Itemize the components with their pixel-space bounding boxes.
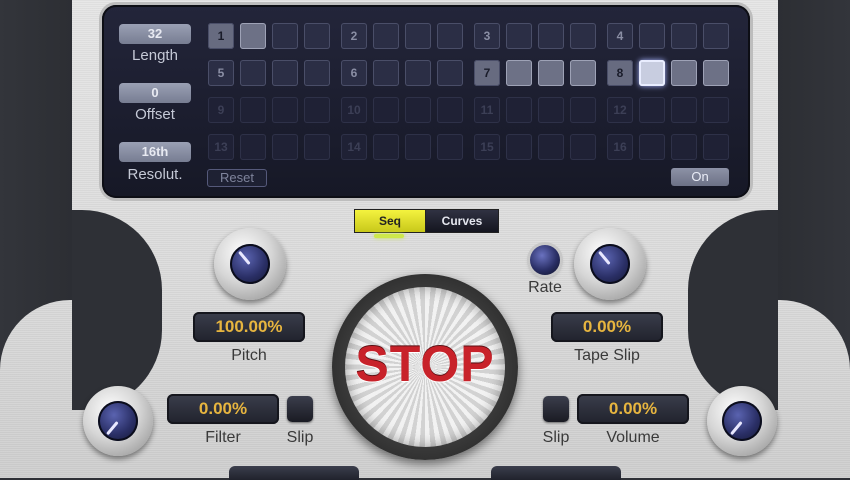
step-group-number[interactable]: 11 bbox=[474, 97, 500, 123]
step-group-number[interactable]: 6 bbox=[341, 60, 367, 86]
step-group-number[interactable]: 15 bbox=[474, 134, 500, 160]
pitch-knob-cap bbox=[230, 244, 270, 284]
step-group-number[interactable]: 10 bbox=[341, 97, 367, 123]
step-cell[interactable] bbox=[671, 60, 697, 86]
filter-knob-cap bbox=[98, 401, 138, 441]
step-cell[interactable] bbox=[240, 97, 266, 123]
resolution-value[interactable]: 16th bbox=[119, 142, 191, 162]
step-cell[interactable] bbox=[538, 60, 564, 86]
step-cell[interactable] bbox=[703, 97, 729, 123]
step-cell[interactable] bbox=[703, 60, 729, 86]
step-cell[interactable] bbox=[304, 134, 330, 160]
step-cell[interactable] bbox=[240, 60, 266, 86]
step-cell[interactable] bbox=[570, 60, 596, 86]
step-cell[interactable] bbox=[240, 134, 266, 160]
seq-indicator-led bbox=[374, 234, 404, 238]
step-cell[interactable] bbox=[240, 23, 266, 49]
volume-knob-cap bbox=[722, 401, 762, 441]
step-group-number[interactable]: 4 bbox=[607, 23, 633, 49]
step-cell[interactable] bbox=[671, 97, 697, 123]
volume-slip-label: Slip bbox=[542, 429, 570, 446]
step-cell[interactable] bbox=[538, 97, 564, 123]
step-cell[interactable] bbox=[570, 23, 596, 49]
step-cell[interactable] bbox=[272, 97, 298, 123]
step-group-number[interactable]: 3 bbox=[474, 23, 500, 49]
step-cell[interactable] bbox=[437, 60, 463, 86]
step-cell[interactable] bbox=[405, 60, 431, 86]
step-cell[interactable] bbox=[272, 60, 298, 86]
tape-slip-label: Tape Slip bbox=[574, 347, 640, 364]
filter-slip-label: Slip bbox=[286, 429, 314, 446]
tape-slip-knob[interactable] bbox=[574, 228, 646, 300]
step-cell[interactable] bbox=[506, 60, 532, 86]
step-group-number[interactable]: 14 bbox=[341, 134, 367, 160]
step-group-number[interactable]: 1 bbox=[208, 23, 234, 49]
step-cell[interactable] bbox=[437, 23, 463, 49]
step-group-number[interactable]: 12 bbox=[607, 97, 633, 123]
step-cell[interactable] bbox=[405, 134, 431, 160]
step-cell[interactable] bbox=[373, 97, 399, 123]
step-cell[interactable] bbox=[506, 97, 532, 123]
step-cell[interactable] bbox=[304, 23, 330, 49]
filter-slip-button[interactable] bbox=[287, 396, 313, 422]
length-label: Length bbox=[132, 47, 178, 64]
tape-slip-knob-cap bbox=[590, 244, 630, 284]
reset-button[interactable]: Reset bbox=[207, 169, 267, 187]
step-cell[interactable] bbox=[671, 134, 697, 160]
volume-knob[interactable] bbox=[707, 386, 777, 456]
step-cell-selected[interactable] bbox=[639, 60, 665, 86]
filter-value[interactable]: 0.00% bbox=[167, 394, 279, 424]
step-group-number[interactable]: 7 bbox=[474, 60, 500, 86]
step-cell[interactable] bbox=[538, 23, 564, 49]
step-cell[interactable] bbox=[405, 23, 431, 49]
rate-knob[interactable] bbox=[530, 245, 560, 275]
step-cell[interactable] bbox=[304, 97, 330, 123]
pitch-value[interactable]: 100.00% bbox=[193, 312, 305, 342]
step-cell[interactable] bbox=[373, 23, 399, 49]
step-cell[interactable] bbox=[272, 23, 298, 49]
step-group-number[interactable]: 16 bbox=[607, 134, 633, 160]
step-group-number[interactable]: 9 bbox=[208, 97, 234, 123]
step-cell[interactable] bbox=[405, 97, 431, 123]
step-cell[interactable] bbox=[639, 97, 665, 123]
step-cell[interactable] bbox=[437, 97, 463, 123]
filter-knob[interactable] bbox=[83, 386, 153, 456]
offset-label: Offset bbox=[135, 106, 175, 123]
step-group-number[interactable]: 8 bbox=[607, 60, 633, 86]
step-cell[interactable] bbox=[506, 134, 532, 160]
volume-value[interactable]: 0.00% bbox=[577, 394, 689, 424]
step-group-number[interactable]: 5 bbox=[208, 60, 234, 86]
resolution-label: Resolut. bbox=[127, 166, 183, 183]
step-cell[interactable] bbox=[703, 134, 729, 160]
step-group-number[interactable]: 13 bbox=[208, 134, 234, 160]
step-group-number[interactable]: 2 bbox=[341, 23, 367, 49]
length-value[interactable]: 32 bbox=[119, 24, 191, 44]
step-cell[interactable] bbox=[538, 134, 564, 160]
step-cell[interactable] bbox=[570, 97, 596, 123]
volume-slip-button[interactable] bbox=[543, 396, 569, 422]
step-cell[interactable] bbox=[373, 134, 399, 160]
offset-value[interactable]: 0 bbox=[119, 83, 191, 103]
step-cell[interactable] bbox=[639, 134, 665, 160]
step-cell[interactable] bbox=[671, 23, 697, 49]
step-cell[interactable] bbox=[272, 134, 298, 160]
step-cell[interactable] bbox=[703, 23, 729, 49]
stop-button-label: STOP bbox=[355, 336, 495, 392]
filter-label: Filter bbox=[205, 429, 241, 446]
step-cell[interactable] bbox=[437, 134, 463, 160]
on-button[interactable]: On bbox=[671, 168, 729, 186]
pitch-label: Pitch bbox=[231, 347, 267, 364]
tape-slip-value[interactable]: 0.00% bbox=[551, 312, 663, 342]
pitch-knob[interactable] bbox=[214, 228, 286, 300]
step-cell[interactable] bbox=[304, 60, 330, 86]
step-cell[interactable] bbox=[570, 134, 596, 160]
volume-label: Volume bbox=[606, 429, 660, 446]
rate-label: Rate bbox=[528, 279, 562, 296]
tab-curves[interactable]: Curves bbox=[425, 209, 499, 233]
step-cell[interactable] bbox=[373, 60, 399, 86]
step-cell[interactable] bbox=[639, 23, 665, 49]
step-cell[interactable] bbox=[506, 23, 532, 49]
tab-seq[interactable]: Seq bbox=[354, 209, 426, 233]
